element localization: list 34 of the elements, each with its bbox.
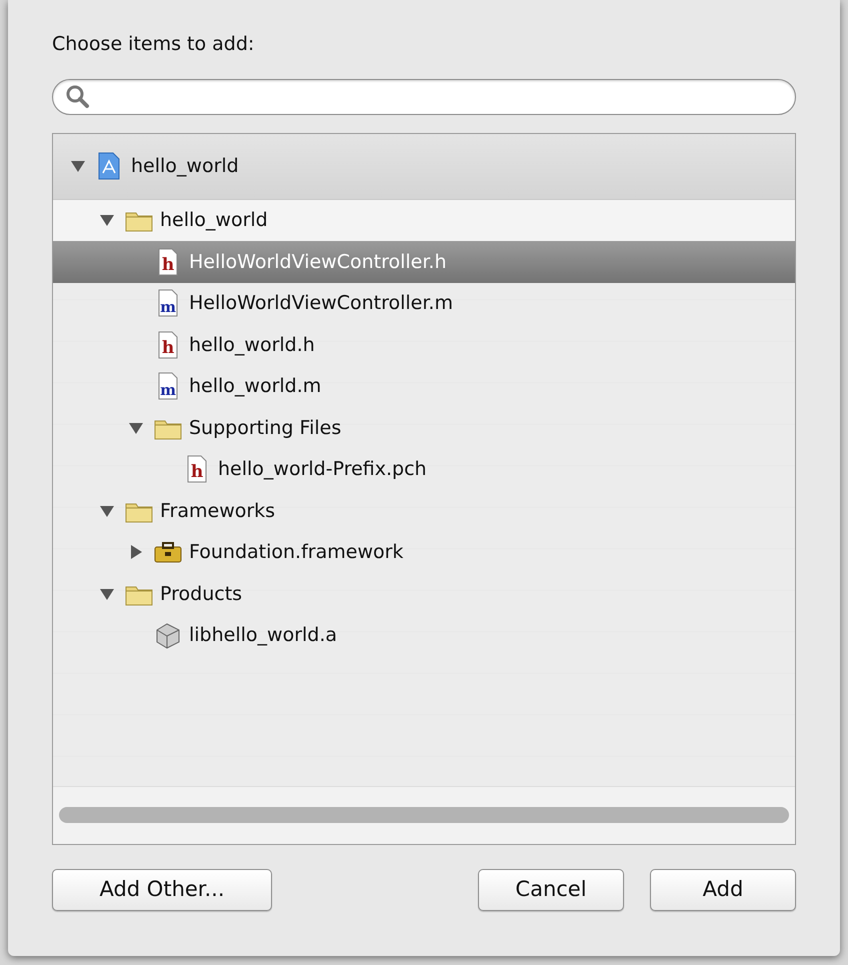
- dialog-button[interactable]: Cancel: [478, 868, 624, 910]
- tree-row[interactable]: libhello_world.a: [53, 614, 795, 656]
- disclosure-triangle-icon[interactable]: [70, 158, 86, 174]
- item-label: Foundation.framework: [189, 540, 404, 565]
- disclosure-triangle-icon[interactable]: [128, 544, 144, 560]
- disclosure-triangle-icon[interactable]: [99, 212, 115, 228]
- item-label: HelloWorldViewController.m: [189, 291, 453, 316]
- dialog-button[interactable]: Add Other...: [52, 868, 272, 910]
- dialog-button[interactable]: Add: [650, 868, 796, 910]
- tree-row[interactable]: Products: [53, 573, 795, 614]
- tree-row[interactable]: h HelloWorldViewController.h: [53, 241, 795, 282]
- tree-row[interactable]: hello_world: [53, 200, 795, 241]
- tree-row[interactable]: Frameworks: [53, 490, 795, 532]
- dialog-prompt: Choose items to add:: [52, 32, 256, 57]
- horizontal-scrollbar[interactable]: [59, 807, 789, 823]
- tree-row[interactable]: Supporting Files: [53, 407, 795, 448]
- item-label: hello_world: [131, 154, 239, 179]
- tree-row[interactable]: h hello_world-Prefix.pch: [53, 448, 795, 490]
- item-label: libhello_world.a: [189, 623, 338, 648]
- item-label: hello_world: [160, 208, 268, 233]
- item-label: Frameworks: [160, 498, 276, 524]
- tree-row[interactable]: m hello_world.m: [53, 366, 795, 407]
- item-label: HelloWorldViewController.h: [189, 250, 446, 274]
- search-icon: [65, 84, 91, 110]
- item-label: Products: [160, 582, 242, 606]
- tree-row[interactable]: h hello_world.h: [53, 324, 795, 366]
- item-label: hello_world.m: [189, 374, 322, 399]
- tree-row[interactable]: Foundation.framework: [53, 532, 795, 573]
- tree-root-row[interactable]: hello_world: [53, 134, 795, 200]
- item-label: hello_world-Prefix.pch: [218, 457, 427, 482]
- tree-row[interactable]: m HelloWorldViewController.m: [53, 282, 795, 324]
- item-label: Supporting Files: [189, 416, 342, 440]
- search-field[interactable]: [52, 78, 796, 114]
- item-label: hello_world.h: [189, 332, 315, 358]
